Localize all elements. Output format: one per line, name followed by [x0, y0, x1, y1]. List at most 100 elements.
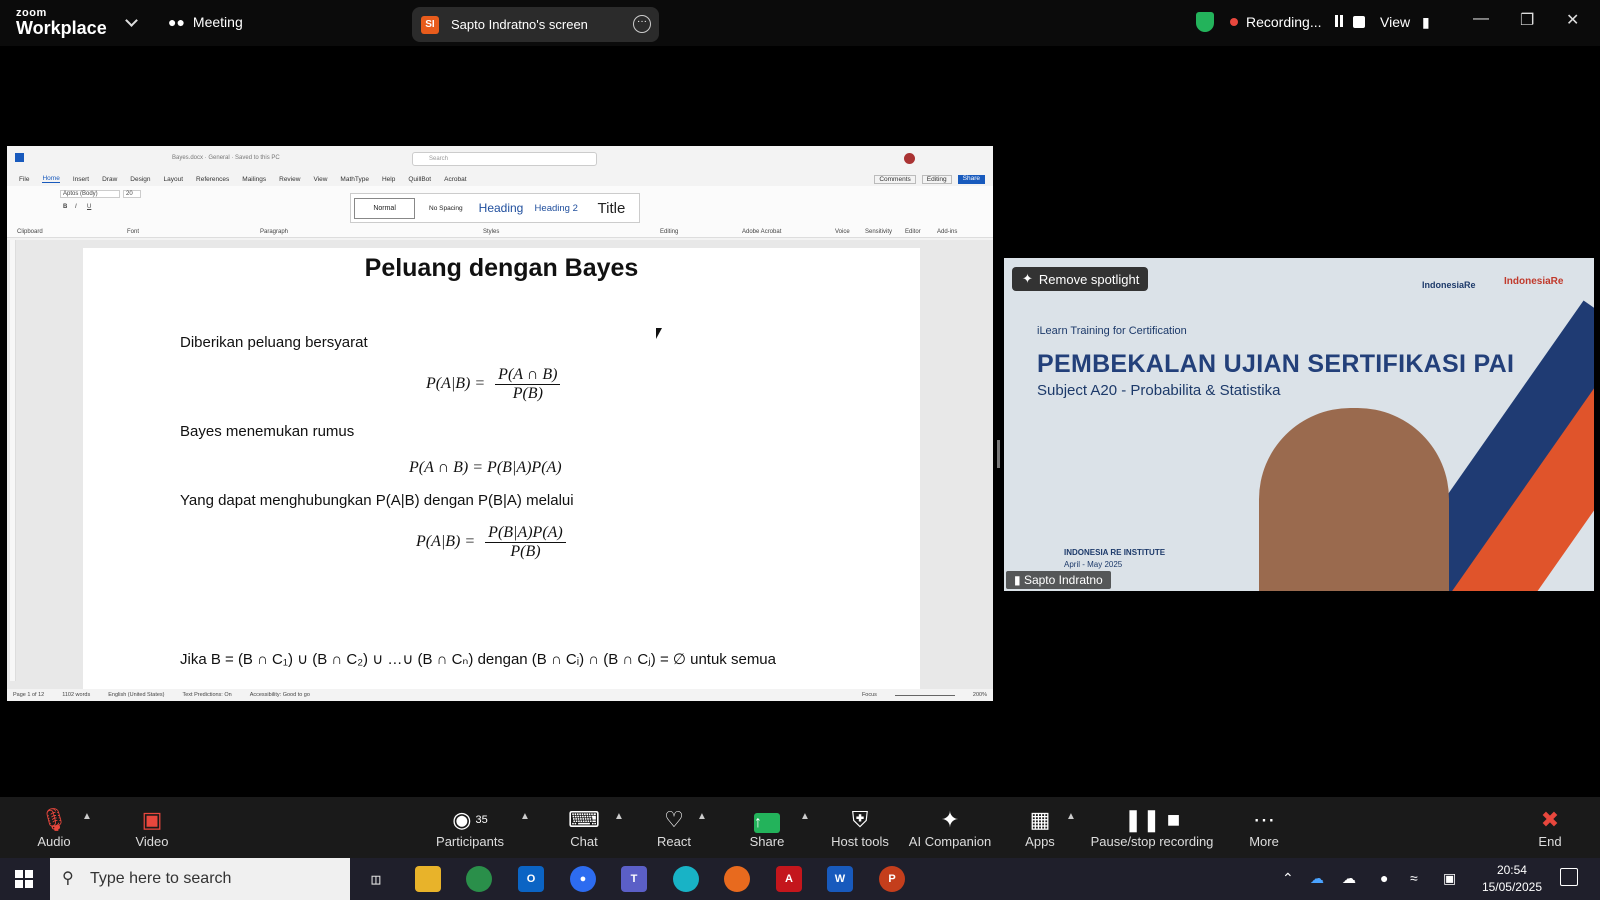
windows-start-icon[interactable]: [15, 870, 33, 888]
doc-paragraph-3: Yang dapat menghubungkan P(A|B) dengan P…: [180, 492, 574, 509]
outlook-icon[interactable]: O: [518, 866, 544, 892]
user-avatar[interactable]: [904, 153, 915, 164]
font-name-select[interactable]: Aptos (Body): [60, 190, 120, 198]
doc-paragraph-1: Diberikan peluang bersyarat: [180, 334, 368, 351]
slide-headline: PEMBEKALAN UJIAN SERTIFIKASI PAI: [1037, 350, 1515, 378]
style-heading[interactable]: Heading: [473, 201, 528, 215]
host-tools-button[interactable]: ⛨ Host tools: [826, 797, 894, 858]
chrome-icon[interactable]: [466, 866, 492, 892]
menu-home[interactable]: Home: [42, 175, 60, 183]
menu-acrobat[interactable]: Acrobat: [444, 176, 466, 183]
ribbon-group-editing: Editing: [660, 229, 679, 235]
chat-button[interactable]: ⌨ Chat: [566, 797, 602, 858]
font-size-select[interactable]: 20: [123, 190, 141, 198]
zoom-slider[interactable]: [894, 694, 955, 696]
teams-icon[interactable]: T: [621, 866, 647, 892]
end-meeting-button[interactable]: ✖ End: [1534, 797, 1566, 858]
document-page[interactable]: Peluang dengan Bayes Diberikan peluang b…: [83, 248, 920, 689]
panel-resize-handle[interactable]: [997, 440, 1000, 468]
window-title: Bayes.docx · General · Saved to this PC: [172, 155, 280, 161]
notifications-icon[interactable]: [1560, 868, 1578, 886]
file-explorer-icon[interactable]: [415, 866, 441, 892]
cloud-icon[interactable]: ☁: [1342, 870, 1356, 887]
taskbar-search-input[interactable]: ⚲ Type here to search: [50, 858, 350, 900]
menu-references[interactable]: References: [196, 176, 229, 183]
clock-time: 20:54: [1496, 863, 1527, 877]
word-status-bar: Page 1 of 12 1102 words English (United …: [7, 689, 993, 701]
status-focus[interactable]: Focus: [862, 692, 877, 698]
react-button[interactable]: ♡ React: [655, 797, 693, 858]
firefox-icon[interactable]: [724, 866, 750, 892]
onedrive-icon[interactable]: ☁: [1310, 870, 1324, 887]
more-button[interactable]: ⋯ More: [1245, 797, 1283, 858]
pin-icon: ✦: [1022, 271, 1033, 286]
menu-design[interactable]: Design: [130, 176, 150, 183]
tray-chevron-icon[interactable]: ⌃: [1282, 870, 1294, 887]
participants-caret-icon[interactable]: ▲: [520, 811, 530, 822]
bold-button[interactable]: B: [63, 204, 67, 210]
zoom-app-icon[interactable]: ●: [570, 866, 596, 892]
audio-caret-icon[interactable]: ▲: [82, 811, 92, 822]
underline-button[interactable]: U: [87, 204, 91, 210]
style-no-spacing[interactable]: No Spacing: [418, 205, 473, 212]
powerpoint-icon[interactable]: P: [879, 866, 905, 892]
apps-button[interactable]: ▦ Apps: [1022, 797, 1058, 858]
chat-caret-icon[interactable]: ▲: [614, 811, 624, 822]
spotlight-video-tile[interactable]: ✦ Remove spotlight IndonesiaRe Indonesia…: [1004, 258, 1594, 591]
participants-label: Participants: [436, 834, 504, 849]
word-search-input[interactable]: Search: [412, 152, 597, 166]
ai-companion-button[interactable]: ✦ AI Companion: [903, 797, 997, 858]
close-icon[interactable]: ✕: [1566, 10, 1579, 30]
menu-quillbot[interactable]: QuillBot: [408, 176, 431, 183]
style-heading-2[interactable]: Heading 2: [529, 203, 584, 214]
display-icon[interactable]: ▣: [1443, 870, 1456, 887]
share-button[interactable]: Share: [957, 174, 985, 184]
share-screen-button[interactable]: ↑ Share: [748, 797, 786, 858]
menu-view[interactable]: View: [313, 176, 327, 183]
pause-stop-recording-button[interactable]: ❚❚ ■ Pause/stop recording: [1088, 797, 1216, 858]
menu-review[interactable]: Review: [279, 176, 300, 183]
video-button[interactable]: ▣ Video: [129, 797, 175, 858]
audio-button[interactable]: 🎙 Audio: [34, 797, 74, 858]
minimize-icon[interactable]: —: [1473, 10, 1489, 28]
remove-spotlight-button[interactable]: ✦ Remove spotlight: [1012, 267, 1148, 291]
view-menu[interactable]: View ▮: [1380, 14, 1430, 31]
style-title[interactable]: Title: [584, 200, 639, 217]
italic-button[interactable]: I: [75, 204, 77, 210]
menu-file[interactable]: File: [19, 176, 29, 183]
stop-recording-button[interactable]: [1353, 16, 1366, 28]
status-zoom[interactable]: 200%: [973, 692, 993, 698]
menu-insert[interactable]: Insert: [73, 176, 89, 183]
mic-icon[interactable]: ●: [1380, 870, 1388, 886]
shared-screen-pill[interactable]: SI Sapto Indratno's screen ···: [412, 7, 659, 42]
participant-name: Sapto Indratno: [1023, 573, 1103, 587]
canva-icon[interactable]: [673, 866, 699, 892]
mic-muted-icon: 🎙: [40, 807, 68, 832]
menu-mailings[interactable]: Mailings: [242, 176, 266, 183]
chevron-down-icon[interactable]: [125, 14, 138, 27]
share-caret-icon[interactable]: ▲: [800, 811, 810, 822]
menu-help[interactable]: Help: [382, 176, 395, 183]
restore-icon[interactable]: ❐: [1520, 10, 1534, 30]
more-options-icon[interactable]: ···: [633, 15, 651, 33]
apps-caret-icon[interactable]: ▲: [1066, 811, 1076, 822]
react-caret-icon[interactable]: ▲: [697, 811, 707, 822]
taskbar-clock[interactable]: 20:54 15/05/2025: [1482, 862, 1542, 896]
wifi-icon[interactable]: ≈: [1410, 870, 1418, 886]
meeting-menu[interactable]: ●● Meeting: [168, 14, 243, 30]
participants-button[interactable]: ◉ 35 Participants: [432, 797, 508, 858]
menu-layout[interactable]: Layout: [164, 176, 184, 183]
word-app-icon[interactable]: W: [827, 866, 853, 892]
editing-button[interactable]: Editing: [921, 174, 952, 184]
task-view-icon[interactable]: ◫: [363, 866, 389, 892]
ribbon-group-addins: Add-ins: [937, 229, 958, 235]
participant-video: [1259, 408, 1449, 591]
menu-draw[interactable]: Draw: [102, 176, 117, 183]
menu-mathtype[interactable]: MathType: [340, 176, 369, 183]
chat-label: Chat: [570, 834, 598, 849]
ribbon-group-clipboard: Clipboard: [17, 229, 43, 235]
acrobat-icon[interactable]: A: [776, 866, 802, 892]
pause-recording-button[interactable]: [1335, 14, 1345, 30]
style-normal[interactable]: Normal: [354, 197, 416, 219]
comments-button[interactable]: Comments: [874, 174, 916, 184]
